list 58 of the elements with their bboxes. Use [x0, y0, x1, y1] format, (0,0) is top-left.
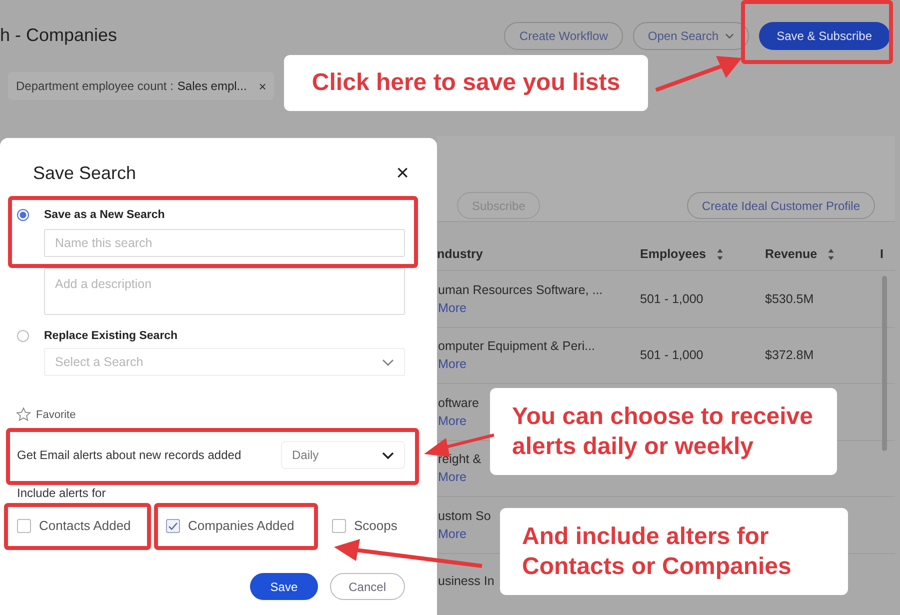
dialog-title: Save Search [33, 162, 136, 184]
email-alerts-label: Get Email alerts about new records added [17, 448, 242, 462]
more-link[interactable]: More [438, 414, 466, 428]
callout-note: Click here to save you lists [284, 55, 648, 111]
radio-button[interactable] [17, 330, 29, 342]
column-header[interactable]: Employees [640, 247, 724, 261]
more-link[interactable]: More [438, 470, 466, 484]
industry-text: uman Resources Software, ... [438, 282, 603, 297]
filter-value: Sales empl... [177, 79, 247, 93]
toolbar-button[interactable]: Create Ideal Customer Profile [686, 192, 875, 219]
callout-note: And include alters for Contacts or Companies [500, 508, 848, 595]
checkbox[interactable] [166, 518, 180, 532]
chevron-icon [382, 358, 394, 366]
frequency-select[interactable]: Daily [281, 441, 405, 469]
scrollbar-thumb[interactable] [882, 276, 887, 451]
sort-icon [827, 248, 836, 260]
more-link[interactable]: More [438, 357, 466, 372]
radio-button[interactable] [17, 209, 29, 221]
option-label: Save as a New Search [44, 209, 165, 221]
callout-note: You can choose to receive alerts daily or weekly [490, 388, 837, 475]
table-cell: 501 - 1,000 [640, 292, 704, 306]
description-field[interactable]: Add a description [44, 268, 405, 315]
checkbox-label: Scoops [354, 518, 398, 533]
checkbox[interactable] [332, 518, 346, 532]
sort-icon [716, 248, 724, 260]
table-cell: $372.8M [765, 348, 814, 362]
chevron-icon [382, 452, 394, 458]
remove-filter-button[interactable]: × [258, 78, 266, 94]
header-button[interactable]: Save & Subscribe [758, 22, 890, 50]
close-button[interactable]: × [396, 160, 409, 186]
checkbox[interactable] [17, 518, 31, 532]
dialog-button[interactable]: Cancel [330, 573, 405, 600]
star-icon[interactable] [16, 407, 31, 422]
checkbox-label: Companies Added [188, 518, 294, 533]
more-link[interactable]: More [438, 300, 466, 315]
table-cell: 501 - 1,000 [640, 348, 704, 362]
column-header[interactable]: Revenue [765, 247, 836, 261]
column-header[interactable]: I [880, 247, 884, 261]
checkbox-label: Contacts Added [39, 518, 131, 533]
name-input-field[interactable]: Name this search [44, 229, 405, 257]
dialog-button[interactable]: Save [250, 573, 318, 600]
filter-chip[interactable]: Department employee count : Sales empl... × [8, 72, 274, 100]
filter-label: Department employee count : [16, 79, 174, 93]
table-cell: $530.5M [765, 292, 814, 306]
favorite-label: Favorite [36, 408, 76, 420]
header-button[interactable]: Open Search [632, 22, 749, 50]
industry-text: usiness In [438, 574, 494, 588]
industry-text: reight & [438, 452, 482, 466]
industry-text: oftware [438, 396, 479, 410]
include-alerts-label: Include alerts for [17, 486, 107, 500]
chevron-icon [724, 33, 734, 39]
more-link[interactable]: More [438, 526, 466, 541]
page-title: h - Companies [0, 24, 118, 46]
option-label: Replace Existing Search [44, 330, 178, 342]
header-button[interactable]: Create Workflow [504, 22, 623, 50]
industry-text: omputer Equipment & Peri... [438, 339, 596, 354]
column-header[interactable]: ndustry [437, 247, 483, 261]
industry-text: ustom So [438, 508, 491, 523]
